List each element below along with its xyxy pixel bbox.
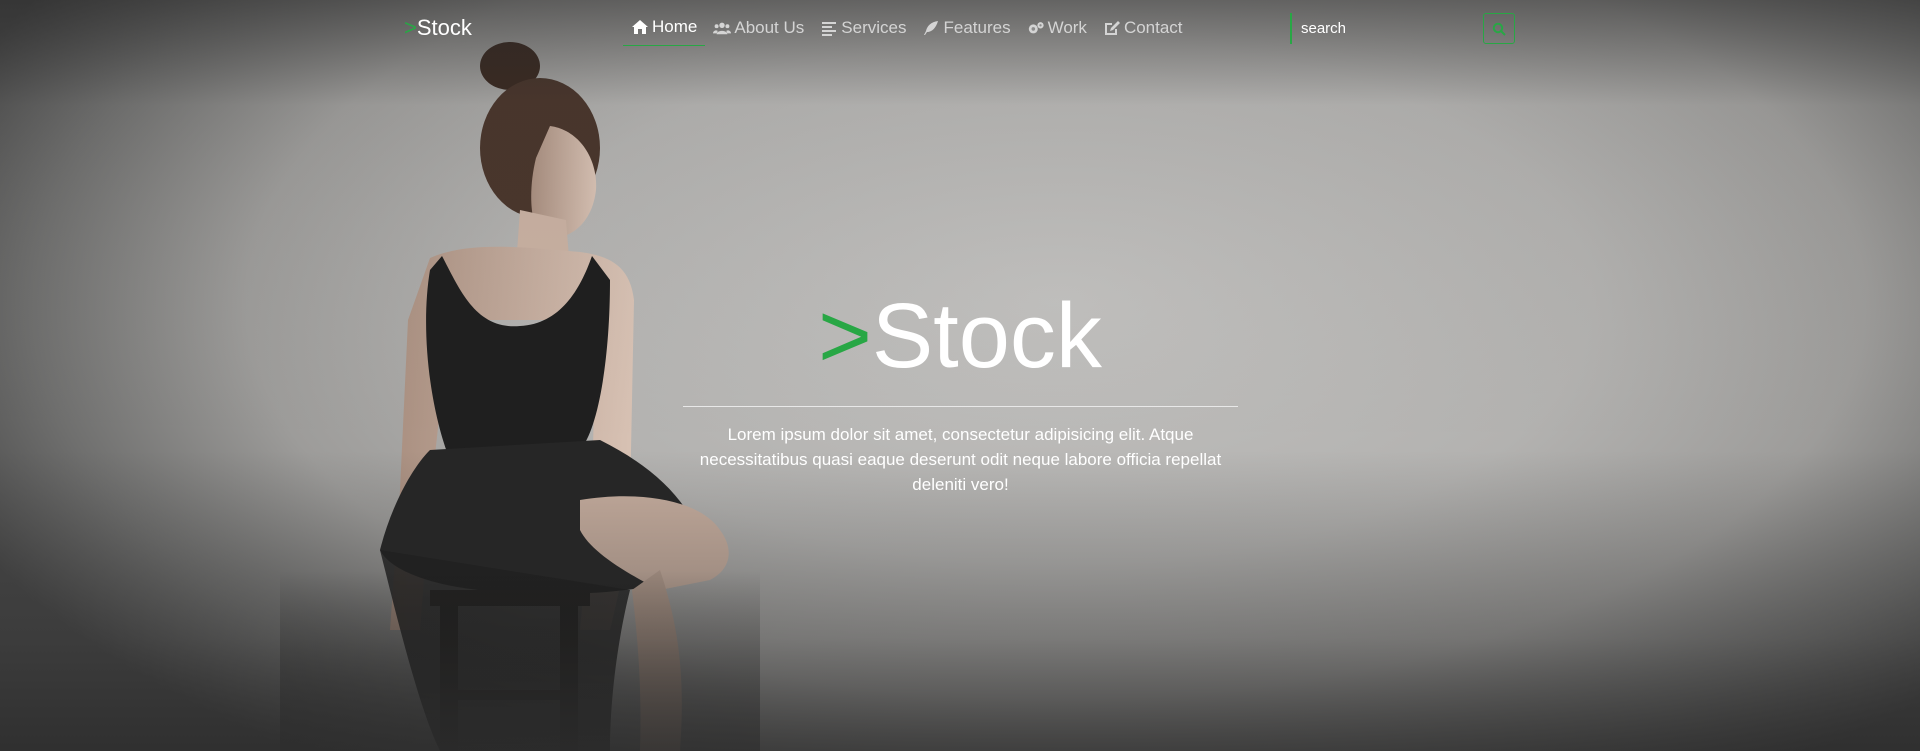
edit-icon bbox=[1104, 20, 1120, 35]
brand-prefix: > bbox=[404, 15, 417, 40]
gears-icon bbox=[1028, 21, 1044, 33]
users-icon bbox=[713, 22, 732, 34]
hero-section: >Stock Home About Us Services Features W… bbox=[0, 0, 1920, 751]
nav-item-label: Services bbox=[841, 17, 907, 37]
nav-item-label: Contact bbox=[1123, 17, 1183, 37]
search-input[interactable] bbox=[1290, 13, 1474, 44]
nav-item-label: Work bbox=[1047, 17, 1087, 37]
feather-icon bbox=[924, 20, 939, 35]
nav-item-label: Home bbox=[652, 17, 698, 36]
home-icon bbox=[632, 20, 648, 34]
search-button[interactable] bbox=[1483, 13, 1515, 44]
nav-item-home[interactable]: Home bbox=[623, 12, 706, 46]
search-form bbox=[1290, 13, 1515, 44]
nav-item-work[interactable]: Work bbox=[1019, 12, 1095, 46]
hero-divider bbox=[683, 406, 1238, 407]
brand-logo[interactable]: >Stock bbox=[404, 14, 472, 42]
search-icon bbox=[1492, 22, 1506, 36]
nav-menu: Home About Us Services Features Work Con… bbox=[623, 12, 1191, 46]
hero-title-text: Stock bbox=[871, 285, 1102, 387]
hero-title: >Stock bbox=[0, 284, 1920, 388]
nav-item-label: Features bbox=[943, 17, 1011, 37]
nav-item-services[interactable]: Services bbox=[812, 12, 914, 46]
nav-item-label: About Us bbox=[734, 17, 805, 37]
nav-item-features[interactable]: Features bbox=[914, 12, 1018, 46]
hero-title-prefix: > bbox=[818, 285, 872, 387]
hero-description: Lorem ipsum dolor sit amet, consectetur … bbox=[699, 425, 1222, 494]
nav-item-contact[interactable]: Contact bbox=[1095, 12, 1191, 46]
list-icon bbox=[822, 21, 837, 36]
brand-name: Stock bbox=[416, 15, 472, 40]
nav-item-about[interactable]: About Us bbox=[705, 12, 812, 46]
navbar: >Stock Home About Us Services Features W… bbox=[0, 0, 1920, 56]
hero-background-figure bbox=[280, 30, 760, 751]
